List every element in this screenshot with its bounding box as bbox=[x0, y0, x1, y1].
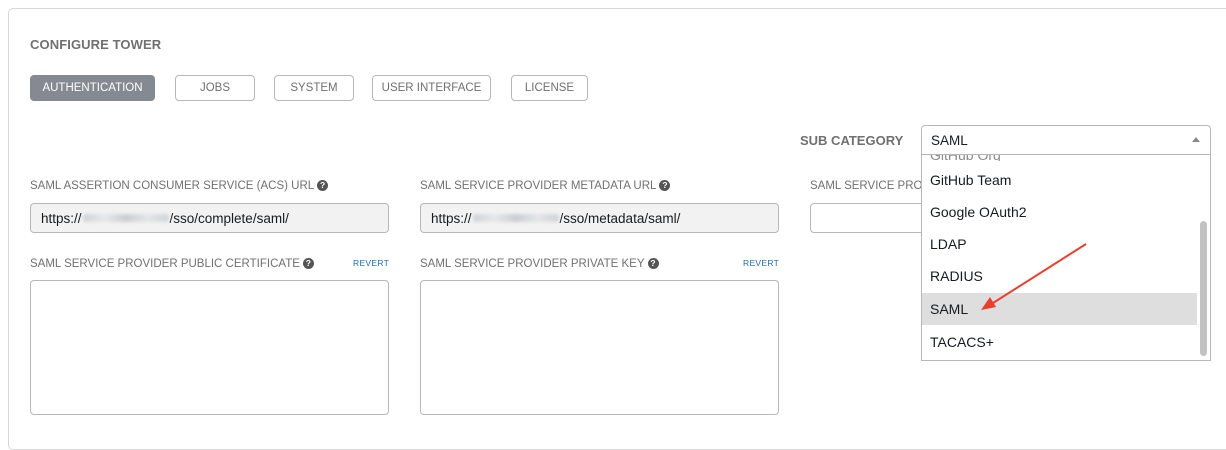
metadata-url-label: SAML SERVICE PROVIDER METADATA URL? bbox=[420, 180, 671, 192]
help-icon[interactable]: ? bbox=[659, 180, 671, 192]
help-icon[interactable]: ? bbox=[317, 180, 329, 192]
redacted-hostname bbox=[82, 214, 169, 222]
public-cert-revert-link[interactable]: REVERT bbox=[353, 258, 389, 268]
private-key-label: SAML SERVICE PROVIDER PRIVATE KEY? bbox=[420, 258, 659, 270]
page-title: CONFIGURE TOWER bbox=[30, 37, 162, 52]
public-cert-textarea[interactable] bbox=[30, 280, 389, 415]
dropdown-option-radius[interactable]: RADIUS bbox=[922, 260, 1197, 292]
sub-category-label: SUB CATEGORY bbox=[800, 133, 904, 148]
tab-authentication[interactable]: AUTHENTICATION bbox=[30, 75, 155, 101]
dropdown-option-github-team[interactable]: GitHub Team bbox=[922, 164, 1197, 196]
sub-category-select[interactable]: SAML bbox=[921, 125, 1211, 155]
dropdown-scrollbar[interactable] bbox=[1200, 221, 1207, 356]
acs-url-field[interactable]: https:///sso/complete/saml/ bbox=[30, 203, 389, 233]
tab-license[interactable]: LICENSE bbox=[511, 75, 588, 101]
redacted-hostname bbox=[472, 214, 559, 222]
public-cert-label: SAML SERVICE PROVIDER PUBLIC CERTIFICATE… bbox=[30, 258, 314, 270]
entity-id-label: SAML SERVICE PRO bbox=[810, 180, 923, 192]
help-icon[interactable]: ? bbox=[302, 258, 314, 270]
tab-jobs[interactable]: JOBS bbox=[175, 75, 255, 101]
dropdown-option-ldap[interactable]: LDAP bbox=[922, 228, 1197, 260]
private-key-textarea[interactable] bbox=[420, 280, 779, 415]
dropdown-option-saml[interactable]: SAML bbox=[922, 293, 1197, 325]
acs-url-label: SAML ASSERTION CONSUMER SERVICE (ACS) UR… bbox=[30, 180, 329, 192]
caret-up-icon[interactable] bbox=[1192, 137, 1200, 142]
private-key-revert-link[interactable]: REVERT bbox=[743, 258, 779, 268]
sub-category-dropdown[interactable]: GitHub Org GitHub Team Google OAuth2 LDA… bbox=[921, 155, 1211, 361]
dropdown-option-tacacs[interactable]: TACACS+ bbox=[922, 326, 1197, 358]
dropdown-cutoff-item: GitHub Org bbox=[930, 155, 1001, 161]
help-icon[interactable]: ? bbox=[647, 258, 659, 270]
sub-category-selected-value: SAML bbox=[931, 132, 968, 148]
tab-user-interface[interactable]: USER INTERFACE bbox=[372, 75, 491, 101]
tab-system[interactable]: SYSTEM bbox=[274, 75, 354, 101]
metadata-url-field[interactable]: https:///sso/metadata/saml/ bbox=[420, 203, 779, 233]
dropdown-option-google-oauth2[interactable]: Google OAuth2 bbox=[922, 196, 1197, 228]
